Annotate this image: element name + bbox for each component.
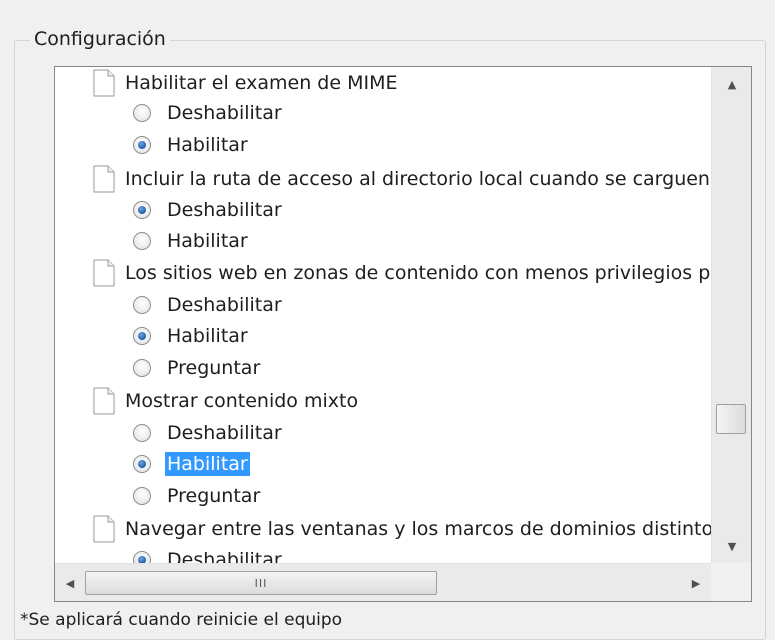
document-icon <box>93 165 115 193</box>
setting-item[interactable]: Mostrar contenido mixto <box>93 385 358 416</box>
radio-checked-icon[interactable] <box>133 135 151 154</box>
setting-label: Incluir la ruta de acceso al directorio … <box>125 167 710 190</box>
option-label: Habilitar <box>167 229 248 252</box>
scroll-right-button[interactable]: ▶ <box>681 564 711 601</box>
document-icon <box>93 515 115 543</box>
radio-checked-icon[interactable] <box>133 454 151 473</box>
horizontal-scrollbar[interactable]: ◀ III ▶ <box>55 563 711 601</box>
horizontal-scroll-thumb[interactable]: III <box>85 571 437 595</box>
option-label: Deshabilitar <box>167 548 282 564</box>
option-label: Preguntar <box>167 356 261 379</box>
chevron-left-icon: ◀ <box>65 576 75 590</box>
option-label: Deshabilitar <box>167 421 282 444</box>
group-title: Configuración <box>30 28 170 50</box>
option-label: Habilitar <box>167 133 248 156</box>
radio-option[interactable]: Deshabilitar <box>133 97 282 128</box>
radio-unchecked-icon[interactable] <box>133 358 151 377</box>
setting-item[interactable]: Habilitar el examen de MIME <box>93 67 398 98</box>
scrollbar-corner <box>711 563 751 601</box>
option-label: Preguntar <box>167 484 261 507</box>
setting-label: Habilitar el examen de MIME <box>125 71 398 94</box>
radio-option[interactable]: Deshabilitar <box>133 417 282 448</box>
radio-checked-icon[interactable] <box>133 550 151 563</box>
vertical-scrollbar[interactable]: ▲ ▼ <box>711 67 751 563</box>
radio-option[interactable]: Preguntar <box>133 352 260 383</box>
radio-unchecked-icon[interactable] <box>133 423 151 442</box>
radio-option[interactable]: Habilitar <box>133 448 250 479</box>
setting-item[interactable]: Los sitios web en zonas de contenido con… <box>93 257 710 288</box>
chevron-right-icon: ▶ <box>691 576 701 590</box>
setting-item[interactable]: Navegar entre las ventanas y los marcos … <box>93 513 711 544</box>
scroll-up-button[interactable]: ▲ <box>712 67 751 101</box>
radio-option[interactable]: Deshabilitar <box>133 194 282 225</box>
radio-checked-icon[interactable] <box>133 326 151 345</box>
option-label: Habilitar <box>167 324 248 347</box>
setting-label: Navegar entre las ventanas y los marcos … <box>125 517 711 540</box>
setting-item[interactable]: Incluir la ruta de acceso al directorio … <box>93 163 710 194</box>
scroll-left-button[interactable]: ◀ <box>55 564 85 601</box>
settings-list-viewport: Habilitar el examen de MIME Deshabilitar H… <box>55 67 711 563</box>
radio-option[interactable]: Habilitar <box>133 320 248 351</box>
radio-option[interactable]: Habilitar <box>133 225 248 256</box>
scroll-down-button[interactable]: ▼ <box>712 529 751 563</box>
grip-icon: III <box>254 576 268 590</box>
radio-option[interactable]: Deshabilitar <box>133 289 282 320</box>
document-icon <box>93 259 115 287</box>
chevron-down-icon: ▼ <box>727 539 737 553</box>
radio-option[interactable]: Preguntar <box>133 480 260 511</box>
option-label: Habilitar <box>165 451 250 476</box>
option-label: Deshabilitar <box>167 293 282 316</box>
document-icon <box>93 387 115 415</box>
radio-unchecked-icon[interactable] <box>133 103 151 122</box>
restart-footnote: *Se aplicará cuando reinicie el equipo <box>20 610 343 630</box>
document-icon <box>93 69 115 97</box>
radio-unchecked-icon[interactable] <box>133 295 151 314</box>
vertical-scroll-thumb[interactable] <box>716 404 746 434</box>
radio-checked-icon[interactable] <box>133 200 151 219</box>
setting-label: Mostrar contenido mixto <box>125 389 359 412</box>
option-label: Deshabilitar <box>167 198 282 221</box>
radio-unchecked-icon[interactable] <box>133 231 151 250</box>
radio-unchecked-icon[interactable] <box>133 486 151 505</box>
settings-tree[interactable]: Habilitar el examen de MIME Deshabilitar H… <box>54 66 752 602</box>
radio-option[interactable]: Habilitar <box>133 129 248 160</box>
setting-label: Los sitios web en zonas de contenido con… <box>125 261 711 284</box>
option-label: Deshabilitar <box>167 101 282 124</box>
chevron-up-icon: ▲ <box>727 77 737 91</box>
radio-option[interactable]: Deshabilitar <box>133 544 282 563</box>
